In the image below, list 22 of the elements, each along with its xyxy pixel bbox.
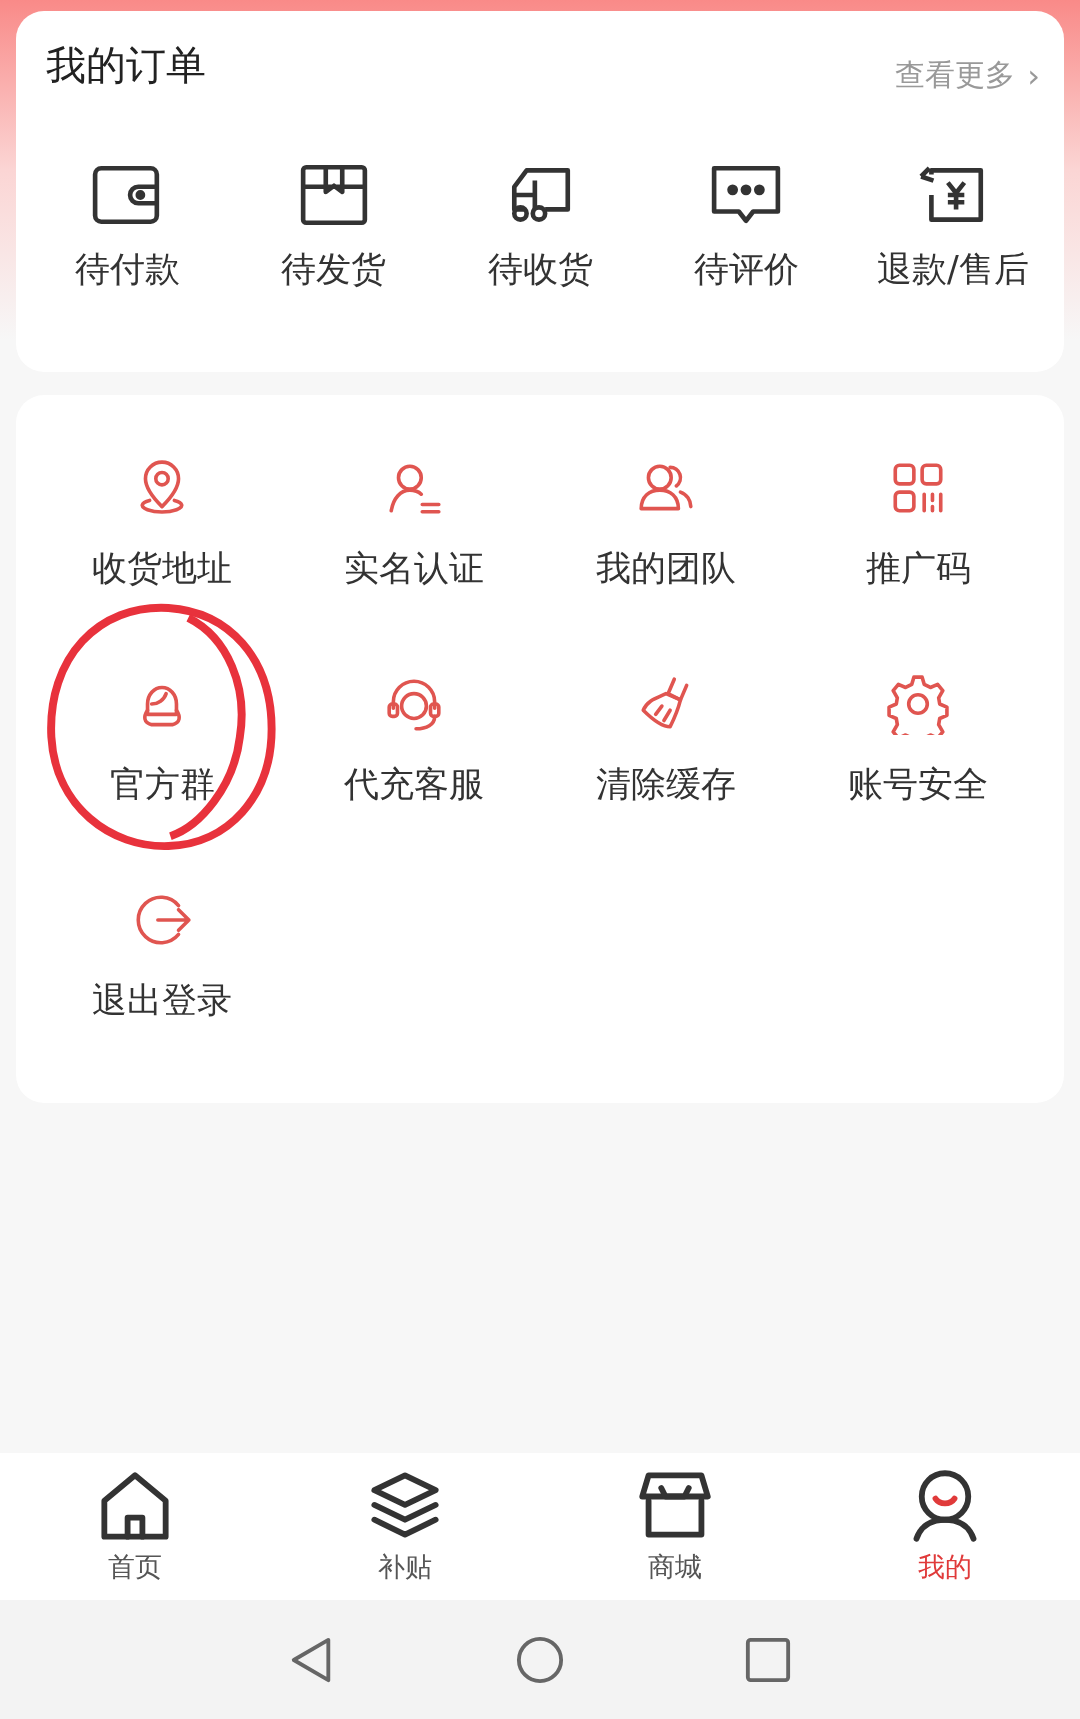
menu-item[interactable]: 退出登录: [92, 889, 232, 1024]
menu-item[interactable]: 推广码: [865, 457, 971, 592]
tab-item[interactable]: 商城: [540, 1468, 810, 1585]
home-button-icon[interactable]: [516, 1635, 564, 1684]
order-status-button[interactable]: 待付款: [24, 164, 231, 293]
settings-icon: [887, 673, 949, 735]
order-status-button[interactable]: 待收货: [436, 164, 644, 293]
menu-item[interactable]: 我的团队: [596, 457, 736, 592]
tab-item[interactable]: 我的: [810, 1468, 1080, 1585]
section-title: 我的订单: [46, 41, 206, 89]
menu-item[interactable]: 账号安全: [848, 673, 988, 808]
menu-item[interactable]: 收货地址: [92, 457, 232, 592]
menu-item[interactable]: 代充客服: [344, 673, 484, 808]
order-status-button[interactable]: 待评价: [643, 164, 850, 293]
tab-item[interactable]: 首页: [0, 1468, 270, 1585]
recent-apps-icon[interactable]: [744, 1635, 792, 1684]
menu-item[interactable]: 清除缓存: [596, 673, 736, 808]
chat-icon: [710, 164, 783, 226]
menu-item[interactable]: 实名认证: [344, 457, 484, 592]
tab-item[interactable]: 补贴: [270, 1468, 540, 1585]
order-status-button[interactable]: 待发货: [230, 164, 437, 293]
order-status-button[interactable]: 退款/售后: [849, 164, 1057, 293]
